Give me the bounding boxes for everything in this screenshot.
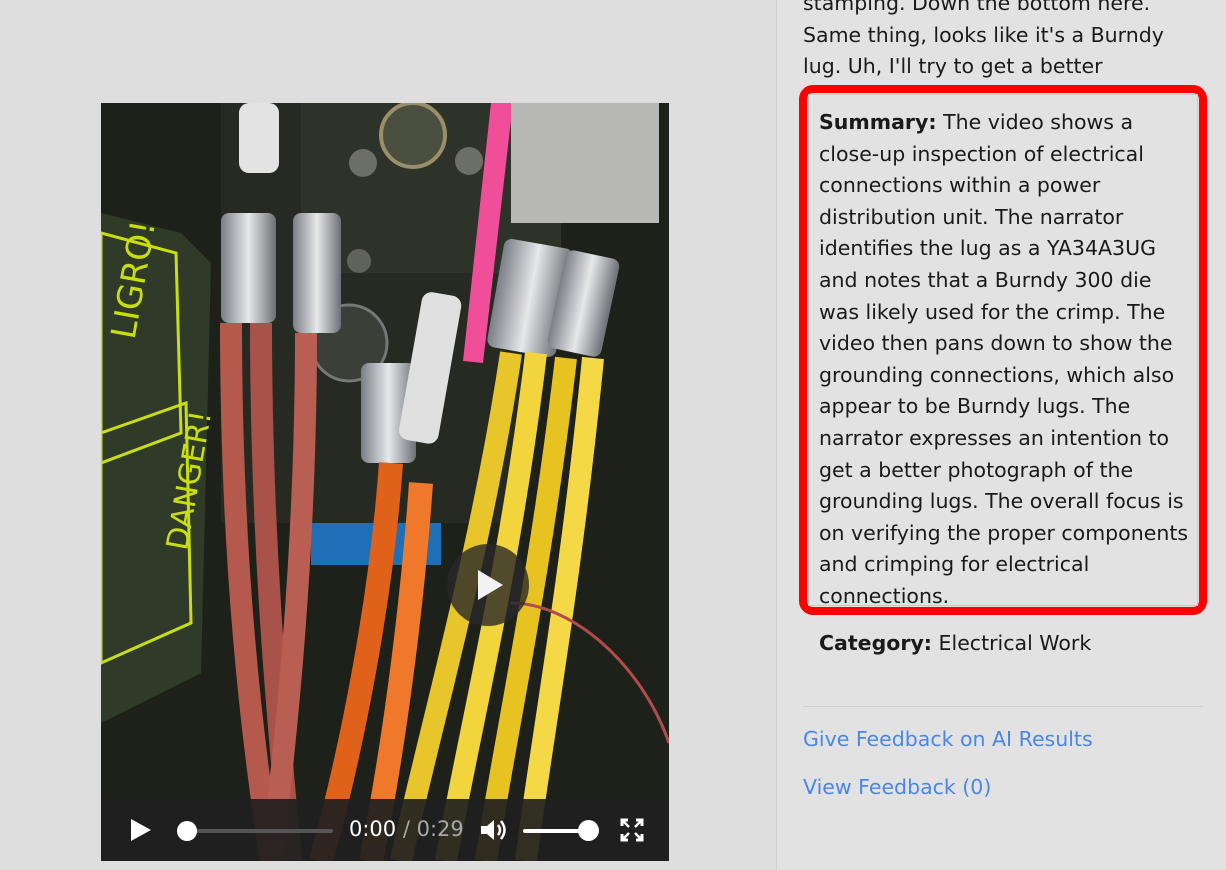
category: Category: Electrical Work xyxy=(819,628,1091,659)
volume-knob[interactable] xyxy=(578,820,599,841)
summary-label: Summary: xyxy=(819,110,937,134)
play-icon xyxy=(478,570,503,600)
category-value: Electrical Work xyxy=(938,631,1092,655)
category-label: Category: xyxy=(819,631,933,655)
video-player[interactable]: LIGRO! DANGER! 0:00 / 0:29 xyxy=(101,103,669,861)
current-time: 0:00 xyxy=(349,817,397,841)
play-button[interactable] xyxy=(131,819,151,841)
big-play-button[interactable] xyxy=(447,544,529,626)
divider xyxy=(803,706,1203,707)
progress-knob[interactable] xyxy=(177,821,197,841)
fullscreen-icon[interactable] xyxy=(620,818,644,842)
duration: 0:29 xyxy=(416,817,464,841)
video-frame: LIGRO! DANGER! xyxy=(101,103,669,861)
summary-text: The video shows a close-up inspection of… xyxy=(819,110,1189,608)
view-feedback-link[interactable]: View Feedback (0) xyxy=(803,775,991,799)
volume-icon[interactable] xyxy=(479,817,507,843)
time-display: 0:00 / 0:29 xyxy=(349,817,464,841)
summary: Summary: The video shows a close-up insp… xyxy=(819,107,1193,613)
time-separator: / xyxy=(402,817,410,841)
progress-bar[interactable] xyxy=(186,829,333,833)
video-controls: 0:00 / 0:29 xyxy=(101,799,669,861)
give-feedback-link[interactable]: Give Feedback on AI Results xyxy=(803,727,1093,751)
